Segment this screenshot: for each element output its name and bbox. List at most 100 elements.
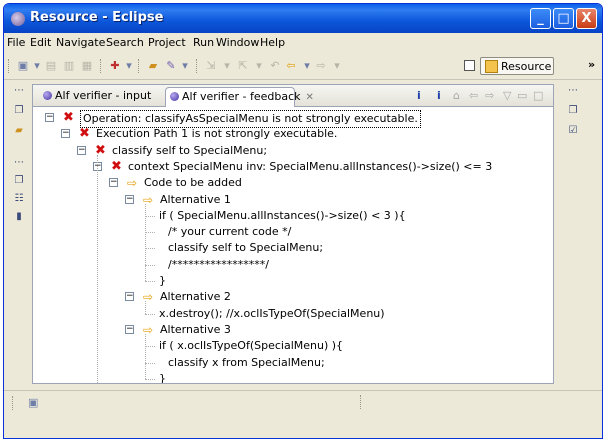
tree-row-label: /*****************/ bbox=[168, 257, 269, 271]
tree-row-label: Operation: classifyAsSpecialMenu is not … bbox=[80, 110, 421, 128]
tree-guide bbox=[97, 154, 98, 383]
toolbar-grip-icon bbox=[8, 59, 12, 73]
trim-grip-icon: ⋯ bbox=[14, 157, 24, 168]
menu-run[interactable]: Run bbox=[193, 36, 214, 49]
tree-guide bbox=[145, 281, 155, 282]
dropdown-icon[interactable]: ▾ bbox=[252, 59, 266, 73]
status-separator bbox=[360, 395, 364, 409]
tree-guide bbox=[145, 203, 146, 281]
tree-guide bbox=[145, 232, 155, 234]
resource-perspective-button[interactable]: Resource bbox=[480, 57, 554, 75]
dropdown-icon[interactable]: ▾ bbox=[220, 59, 234, 73]
tree-expander[interactable]: − bbox=[125, 194, 134, 204]
tree-guide bbox=[145, 346, 155, 348]
maximize-button[interactable]: □ bbox=[553, 8, 574, 29]
new-icon[interactable]: ▣ bbox=[16, 59, 30, 73]
tree-row-label: Alternative 1 bbox=[160, 192, 231, 206]
minimize-button[interactable]: _ bbox=[530, 8, 551, 29]
tree-row-label: x.destroy(); //x.oclIsTypeOf(SpecialMenu… bbox=[159, 306, 385, 320]
tree-row-label: Execution Path 1 is not strongly executa… bbox=[96, 127, 338, 141]
back-icon[interactable]: ⇦ bbox=[469, 89, 478, 102]
error-icon: ✖ bbox=[111, 158, 122, 174]
menu-file[interactable]: File bbox=[7, 36, 25, 49]
error-icon: ✖ bbox=[63, 110, 74, 125]
save-icon[interactable]: ▤ bbox=[44, 59, 58, 73]
menu-bar: File Edit Navigate Search Project Run Wi… bbox=[4, 33, 602, 52]
info-icon[interactable]: i bbox=[417, 89, 421, 102]
tab-alf-verifier-feedback[interactable]: Alf verifier - feedback ✕ bbox=[165, 87, 314, 107]
tree-row-label: Alternative 3 bbox=[160, 322, 231, 336]
last-edit-icon[interactable]: ↶ bbox=[268, 59, 282, 73]
tree-row-label: classify self to SpecialMenu; bbox=[112, 143, 268, 157]
title-bar[interactable]: Resource - Eclipse _ □ X bbox=[4, 4, 602, 33]
eclipse-window: Resource - Eclipse _ □ X File Edit Navig… bbox=[3, 3, 603, 439]
tree-expander[interactable]: − bbox=[61, 129, 70, 139]
pencil-icon[interactable]: ✎ bbox=[164, 59, 178, 73]
tree-expander[interactable]: − bbox=[109, 178, 118, 188]
open-perspective-icon[interactable] bbox=[464, 60, 475, 71]
tree-expander[interactable]: − bbox=[125, 292, 134, 302]
tasks-icon[interactable]: ▮ bbox=[12, 210, 26, 224]
forward-icon[interactable]: ⇨ bbox=[485, 89, 494, 102]
eclipse-icon bbox=[11, 12, 25, 26]
menu-edit[interactable]: Edit bbox=[30, 36, 51, 49]
print-icon[interactable]: ▦ bbox=[80, 59, 94, 73]
task-list-icon[interactable]: ☑ bbox=[566, 124, 580, 138]
status-bar: ▣ bbox=[4, 390, 602, 415]
view-menu-icon[interactable]: ▽ bbox=[503, 89, 511, 102]
close-tab-icon[interactable]: ✕ bbox=[306, 92, 314, 103]
info-icon[interactable]: i bbox=[437, 89, 441, 102]
open-folder-icon[interactable]: ▰ bbox=[146, 59, 160, 73]
dropdown-icon[interactable]: ▾ bbox=[122, 59, 136, 73]
forward-icon[interactable]: ⇨ bbox=[314, 59, 328, 73]
tree-row-label: /* your current code */ bbox=[168, 225, 292, 239]
error-icon: ✖ bbox=[79, 126, 90, 142]
dropdown-icon[interactable]: ▾ bbox=[330, 59, 344, 73]
dropdown-icon[interactable]: ▾ bbox=[178, 59, 192, 73]
tree-guide bbox=[145, 248, 155, 250]
minimize-view-icon[interactable]: ▭ bbox=[517, 89, 527, 102]
outline-icon[interactable]: ☷ bbox=[12, 192, 26, 206]
tree-row-label: } bbox=[159, 371, 166, 383]
tree-row-label: Code to be added bbox=[144, 176, 242, 190]
restore-icon[interactable]: ❐ bbox=[566, 104, 580, 118]
maximize-view-icon[interactable]: □ bbox=[533, 89, 543, 102]
tree-row-label: classify x from SpecialMenu; bbox=[168, 355, 325, 369]
more-chevron-icon[interactable]: » bbox=[588, 58, 595, 71]
tree-expander[interactable]: − bbox=[77, 145, 86, 155]
dropdown-icon[interactable]: ▾ bbox=[300, 59, 314, 73]
resource-icon bbox=[485, 60, 498, 73]
tab-label: Alf verifier - input bbox=[55, 89, 152, 102]
tab-alf-verifier-input[interactable]: Alf verifier - input bbox=[43, 87, 151, 107]
tree-guide bbox=[145, 313, 155, 315]
next-annotation-icon[interactable]: ⇲ bbox=[204, 59, 218, 73]
separator-icon bbox=[100, 59, 104, 73]
prev-annotation-icon[interactable]: ⇱ bbox=[236, 59, 250, 73]
perspective-label: Resource bbox=[501, 60, 552, 73]
home-icon[interactable]: ⌂ bbox=[453, 89, 460, 102]
restore-icon[interactable]: ❐ bbox=[12, 104, 26, 118]
tree-guide bbox=[145, 215, 155, 217]
feedback-view: Alf verifier - input Alf verifier - feed… bbox=[32, 84, 554, 384]
tree-expander[interactable]: − bbox=[45, 113, 54, 122]
restore-icon[interactable]: ❐ bbox=[12, 174, 26, 188]
save-all-icon[interactable]: ▥ bbox=[62, 59, 76, 73]
tree-row-label: context SpecialMenu inv: SpecialMenu.all… bbox=[128, 159, 493, 173]
navigator-icon[interactable]: ▰ bbox=[12, 124, 26, 138]
menu-search[interactable]: Search bbox=[106, 36, 144, 49]
tree-guide bbox=[145, 264, 155, 266]
tree-row-label: Alternative 2 bbox=[160, 290, 231, 304]
fast-view-icon[interactable]: ▣ bbox=[28, 396, 38, 409]
new-wizard-icon[interactable]: ✚ bbox=[108, 59, 122, 73]
main-toolbar: ▣ ▾ ▤ ▥ ▦ ✚ ▾ ▰ ✎ ▾ ⇲ ▾ ⇱ ▾ ↶ ⇦ ▾ ⇨ ▾ Re… bbox=[4, 52, 602, 80]
menu-project[interactable]: Project bbox=[148, 36, 186, 49]
menu-help[interactable]: Help bbox=[260, 36, 285, 49]
left-trim-bar: ⋯ ❐ ▰ ⋯ ❐ ☷ ▮ bbox=[7, 84, 30, 274]
menu-navigate[interactable]: Navigate bbox=[56, 36, 105, 49]
dropdown-icon[interactable]: ▾ bbox=[30, 59, 44, 73]
menu-window[interactable]: Window bbox=[216, 36, 259, 49]
close-button[interactable]: X bbox=[576, 8, 597, 29]
tree-expander[interactable]: − bbox=[125, 324, 134, 334]
tree-row-label: if ( x.oclIsTypeOf(SpecialMenu) ){ bbox=[159, 339, 344, 353]
back-icon[interactable]: ⇦ bbox=[284, 59, 298, 73]
